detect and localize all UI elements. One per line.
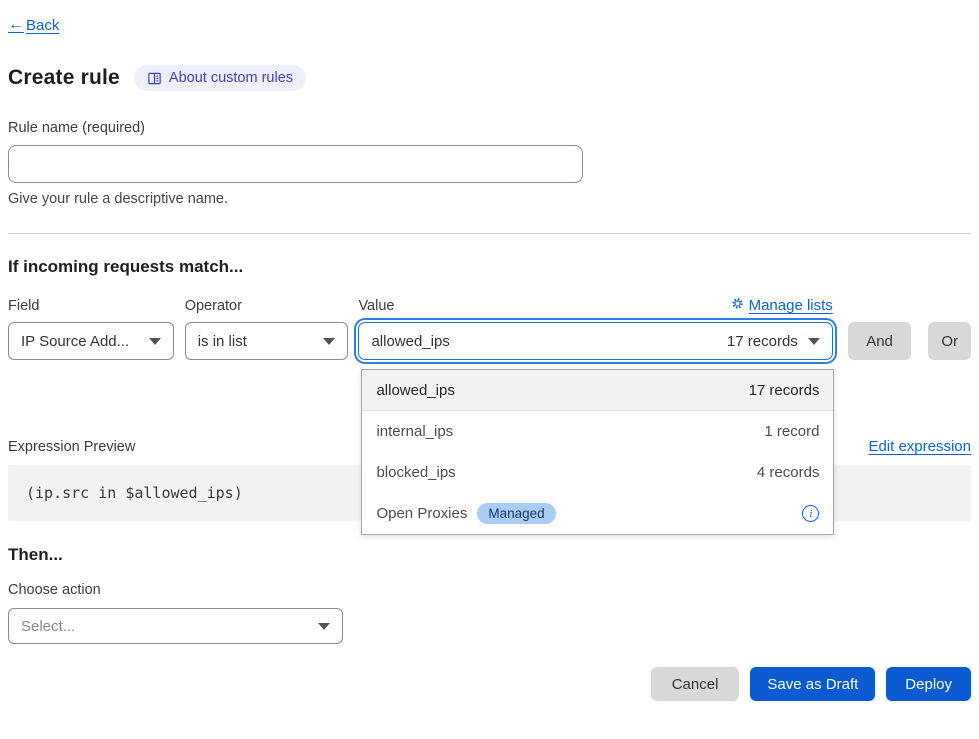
page-title: Create rule — [8, 66, 120, 90]
condition-row: Field IP Source Add... Operator is in li… — [8, 297, 971, 360]
deploy-button[interactable]: Deploy — [886, 667, 971, 701]
action-select[interactable]: Select... — [8, 608, 343, 644]
list-item-internal-ips[interactable]: internal_ips 1 record — [362, 411, 833, 452]
about-badge-label: About custom rules — [169, 70, 293, 86]
expression-code: (ip.src in $allowed_ips) — [26, 484, 243, 502]
about-custom-rules-link[interactable]: About custom rules — [134, 65, 306, 91]
create-rule-page: ←Back Create rule About custom rules Rul… — [0, 0, 979, 701]
manage-lists-link[interactable]: Manage lists — [731, 297, 833, 314]
back-link[interactable]: ←Back — [8, 16, 59, 34]
list-item-name: internal_ips — [376, 423, 453, 440]
operator-select[interactable]: is in list — [185, 322, 349, 360]
section-divider — [8, 233, 971, 234]
list-item-name: Open Proxies — [376, 505, 467, 522]
gear-icon — [731, 297, 744, 314]
save-as-draft-button[interactable]: Save as Draft — [750, 667, 875, 701]
value-label: Value — [358, 298, 394, 314]
field-select[interactable]: IP Source Add... — [8, 322, 174, 360]
rule-name-helper: Give your rule a descriptive name. — [8, 191, 971, 207]
list-dropdown: allowed_ips 17 records internal_ips 1 re… — [361, 369, 834, 535]
chevron-down-icon — [323, 338, 335, 345]
title-row: Create rule About custom rules — [8, 65, 971, 91]
value-records-count: 17 records — [727, 333, 798, 350]
list-item-records: 4 records — [757, 464, 820, 481]
list-item-records: 1 record — [764, 423, 819, 440]
back-link-label: Back — [26, 17, 59, 34]
list-item-blocked-ips[interactable]: blocked_ips 4 records — [362, 452, 833, 493]
operator-label: Operator — [185, 298, 349, 314]
value-select[interactable]: allowed_ips 17 records — [358, 322, 832, 360]
cancel-button[interactable]: Cancel — [651, 667, 740, 701]
operator-select-value: is in list — [198, 333, 247, 350]
list-item-open-proxies[interactable]: Open Proxies Managed i — [362, 493, 833, 534]
chevron-down-icon — [318, 623, 330, 630]
rule-name-input[interactable] — [8, 145, 583, 183]
and-button[interactable]: And — [848, 322, 912, 360]
action-select-placeholder: Select... — [21, 618, 75, 635]
or-button[interactable]: Or — [928, 322, 971, 360]
choose-action-label: Choose action — [8, 582, 971, 598]
chevron-down-icon — [149, 338, 161, 345]
list-item-records: 17 records — [749, 382, 820, 399]
expression-preview-label: Expression Preview — [8, 439, 135, 455]
match-heading: If incoming requests match... — [8, 257, 971, 277]
managed-badge: Managed — [477, 503, 555, 524]
list-item-name: blocked_ips — [376, 464, 455, 481]
info-icon[interactable]: i — [802, 505, 819, 522]
field-label: Field — [8, 298, 174, 314]
list-item-name: allowed_ips — [376, 382, 454, 399]
field-select-value: IP Source Add... — [21, 333, 129, 350]
list-item-allowed-ips[interactable]: allowed_ips 17 records — [362, 370, 833, 411]
rule-name-label: Rule name (required) — [8, 120, 971, 136]
book-icon — [147, 71, 162, 86]
manage-lists-label: Manage lists — [749, 297, 833, 314]
value-select-value: allowed_ips — [371, 333, 449, 350]
then-heading: Then... — [8, 545, 971, 565]
edit-expression-link[interactable]: Edit expression — [868, 438, 971, 455]
chevron-down-icon — [808, 338, 820, 345]
footer-actions: Cancel Save as Draft Deploy — [8, 667, 971, 701]
back-arrow-icon: ← — [8, 16, 24, 34]
